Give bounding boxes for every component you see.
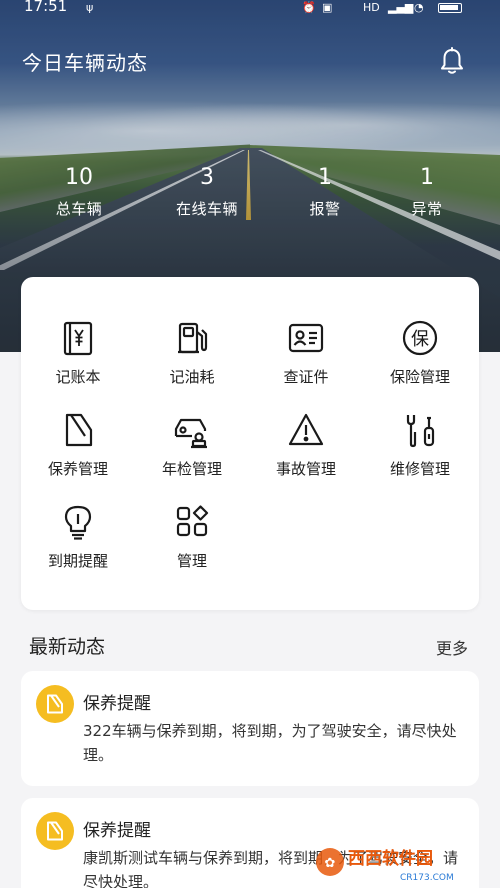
status-time: 17:51 bbox=[24, 0, 68, 15]
menu-label: 保养管理 bbox=[47, 460, 108, 478]
svg-text:保: 保 bbox=[411, 329, 429, 350]
fuel-pump-icon bbox=[178, 322, 208, 354]
menu-label: 记账本 bbox=[55, 368, 101, 386]
lightbulb-icon bbox=[64, 505, 92, 540]
menu-item-maintenance[interactable]: 保养管理 bbox=[21, 410, 135, 479]
menu-item-fuel[interactable]: 记油耗 bbox=[135, 318, 249, 387]
menu-item-expiry-reminder[interactable]: 到期提醒 bbox=[21, 502, 135, 571]
menu-label: 到期提醒 bbox=[47, 552, 108, 570]
svg-text:CR173.COM: CR173.COM bbox=[400, 873, 454, 883]
bell-icon[interactable] bbox=[439, 47, 465, 75]
maintenance-badge-icon bbox=[36, 685, 74, 723]
wifi-icon: ◔ bbox=[414, 1, 424, 14]
stat-label: 在线车辆 bbox=[175, 200, 238, 218]
page-title: 今日车辆动态 bbox=[22, 51, 148, 75]
insurance-icon: 保 bbox=[402, 320, 438, 356]
warning-triangle-icon bbox=[288, 413, 324, 446]
maintenance-doc-icon bbox=[65, 413, 93, 447]
car-inspection-icon bbox=[174, 418, 207, 449]
news-title: 保养提醒 bbox=[83, 694, 151, 714]
repair-tools-icon bbox=[406, 415, 435, 448]
id-card-icon bbox=[288, 323, 324, 353]
stat-label: 异常 bbox=[411, 200, 443, 218]
maintenance-badge-icon bbox=[36, 812, 74, 850]
stat-value: 1 bbox=[318, 165, 332, 190]
menu-item-insurance[interactable]: 保 保险管理 bbox=[363, 318, 477, 387]
menu-label: 查证件 bbox=[283, 368, 329, 386]
stat-value: 1 bbox=[420, 165, 434, 190]
function-card: 记账本 记油耗 查证件 保 保险管理 保养管理 年检管理 事故管理 维修管理 到… bbox=[21, 277, 479, 610]
stat-total-vehicles[interactable]: 10 总车辆 bbox=[34, 164, 124, 219]
watermark-logo: ✿ 西西软件园 CR173.COM bbox=[316, 848, 454, 883]
hd-icon: HD bbox=[363, 1, 380, 14]
stat-label: 报警 bbox=[309, 200, 341, 218]
stat-label: 总车辆 bbox=[55, 200, 103, 218]
menu-label: 事故管理 bbox=[275, 460, 336, 478]
svg-text:西西软件园: 西西软件园 bbox=[348, 848, 433, 869]
menu-item-documents[interactable]: 查证件 bbox=[249, 318, 363, 387]
menu-label: 保险管理 bbox=[389, 368, 450, 386]
menu-label: 管理 bbox=[176, 552, 207, 570]
stat-value: 10 bbox=[65, 165, 93, 190]
menu-item-manage[interactable]: 管理 bbox=[135, 502, 249, 571]
news-body: 322车辆与保养到期，将到期，为了驾驶安全，请尽快处理。 bbox=[83, 722, 457, 764]
menu-label: 记油耗 bbox=[169, 368, 215, 386]
menu-label: 维修管理 bbox=[389, 460, 450, 478]
alarm-icon: ⏰ bbox=[302, 1, 316, 14]
menu-item-ledger[interactable]: 记账本 bbox=[21, 318, 135, 387]
svg-text:✿: ✿ bbox=[325, 856, 336, 871]
grid-manage-icon bbox=[176, 505, 209, 537]
signal-icon: ψ bbox=[86, 1, 94, 14]
battery-icon bbox=[438, 3, 462, 13]
ledger-icon bbox=[63, 321, 93, 356]
stat-abnormal[interactable]: 1 异常 bbox=[382, 164, 472, 219]
stat-value: 3 bbox=[200, 165, 214, 190]
vibrate-icon: ▣ bbox=[322, 1, 333, 14]
menu-item-repair[interactable]: 维修管理 bbox=[363, 410, 477, 479]
menu-label: 年检管理 bbox=[161, 460, 222, 478]
more-link[interactable]: 更多 bbox=[436, 635, 468, 659]
status-bar: 17:51 ψ ⏰ ▣ HD ▂▄▆ ◔ bbox=[0, 0, 500, 20]
menu-item-inspection[interactable]: 年检管理 bbox=[135, 410, 249, 479]
stat-alarms[interactable]: 1 报警 bbox=[280, 164, 370, 219]
cell-signal-icon: ▂▄▆ bbox=[388, 1, 414, 14]
menu-item-accident[interactable]: 事故管理 bbox=[249, 410, 363, 479]
section-title-latest: 最新动态 bbox=[29, 636, 106, 658]
news-item[interactable]: 保养提醒 322车辆与保养到期，将到期，为了驾驶安全，请尽快处理。 bbox=[21, 671, 479, 786]
stat-online-vehicles[interactable]: 3 在线车辆 bbox=[162, 164, 252, 219]
news-title: 保养提醒 bbox=[83, 821, 151, 841]
